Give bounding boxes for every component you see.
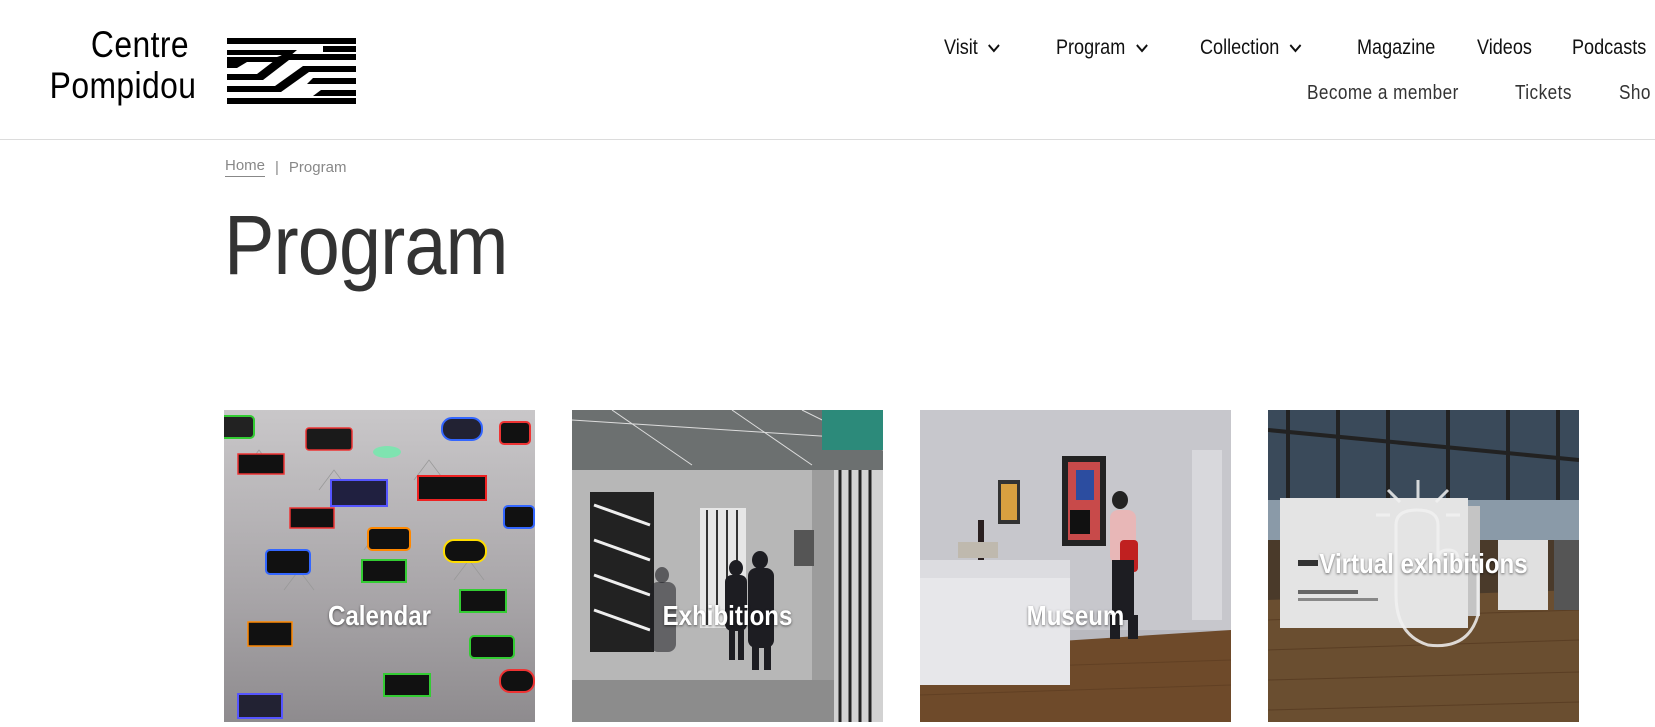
calendar-neon-signs-image [224,410,535,722]
card-calendar[interactable]: Calendar [224,410,535,722]
exhibitions-gallery-image [572,410,883,722]
nav-podcasts[interactable]: Podcasts [1572,36,1646,60]
card-calendar-label: Calendar [327,600,432,631]
nav-collection[interactable]: Collection [1200,36,1335,60]
main-nav: Visit Program Collection Magazine Videos… [944,33,1652,63]
nav-visit-label: Visit [944,36,978,59]
nav-videos-label: Videos [1477,36,1532,59]
page-title: Program [224,198,508,292]
card-museum[interactable]: Museum [920,410,1231,722]
breadcrumb: Home | Program [225,157,346,177]
nav-videos[interactable]: Videos [1477,36,1559,60]
card-virtual-exhibitions-label: Virtual exhibitions [1319,548,1528,579]
nav-collection-label: Collection [1200,36,1280,59]
nav-tickets[interactable]: Tickets [1515,82,1604,105]
card-virtual-exhibitions[interactable]: Virtual exhibitions [1268,410,1579,722]
museum-room-image [920,410,1231,722]
nav-program[interactable]: Program [1056,36,1180,60]
breadcrumb-separator: | [275,158,279,176]
nav-magazine[interactable]: Magazine [1357,36,1460,60]
nav-visit[interactable]: Visit [944,36,1040,60]
chevron-down-icon [988,43,1000,53]
nav-shop[interactable]: Sho [1619,82,1650,105]
brand-line-1: Centre [90,24,189,65]
card-exhibitions-label: Exhibitions [662,600,793,631]
nav-become-member[interactable]: Become a member [1307,82,1486,105]
nav-magazine-label: Magazine [1357,36,1436,59]
chevron-down-icon [1135,43,1148,53]
breadcrumb-current: Program [288,158,347,176]
chevron-down-icon [1289,43,1302,53]
card-museum-label: Museum [1026,600,1125,631]
breadcrumb-home-link[interactable]: Home [225,157,266,177]
nav-podcasts-label: Podcasts [1572,36,1647,59]
secondary-nav: Become a member Tickets Sho [1307,82,1655,105]
card-exhibitions[interactable]: Exhibitions [572,410,883,722]
site-header: Centre Pompidou Visit Program Collection [0,0,1655,140]
pompidou-logo-icon[interactable] [227,38,356,104]
brand-line-2: Pompidou [49,65,197,106]
nav-program-label: Program [1056,36,1126,59]
brand-logo-text[interactable]: Centre Pompidou [49,24,197,106]
